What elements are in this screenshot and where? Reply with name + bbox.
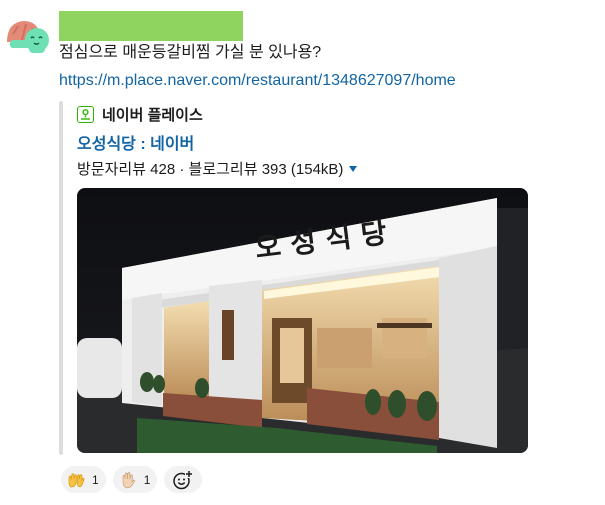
- unfurl-header: 네이버 플레이스: [77, 104, 203, 124]
- raised-hand-icon: [122, 471, 135, 488]
- unfurl-description-row: 방문자리뷰 428 · 블로그리뷰 393 (154kB): [77, 158, 358, 179]
- unfurl-title-link[interactable]: 오성식당 : 네이버: [77, 130, 194, 154]
- add-emoji-icon: [173, 469, 194, 489]
- unfurl-site-name: 네이버 플레이스: [102, 106, 203, 124]
- add-reaction-button[interactable]: [164, 466, 203, 493]
- reaction-raised-hands[interactable]: 1: [61, 466, 106, 493]
- user-avatar[interactable]: [4, 16, 50, 56]
- reaction-count: 1: [92, 472, 99, 487]
- reaction-count: 1: [143, 472, 151, 487]
- raised-hands-icon: [68, 472, 85, 487]
- naver-place-icon: [77, 105, 94, 123]
- unfurl-description: 방문자리뷰 428 · 블로그리뷰 393 (154kB): [77, 161, 344, 178]
- unfurl-accent-bar: [59, 101, 63, 455]
- reaction-bar: 1 1: [61, 466, 203, 493]
- reaction-raised-hand[interactable]: 1: [112, 466, 158, 493]
- collapse-caret-icon[interactable]: [349, 166, 358, 172]
- unfurl-preview-image[interactable]: 오 성 식 당: [77, 188, 528, 453]
- sender-name-redacted: [59, 11, 243, 41]
- restaurant-photo: 오 성 식 당: [77, 188, 528, 453]
- message-text: 점심으로 매운등갈비찜 가실 분 있나용?: [59, 44, 322, 61]
- message-link[interactable]: https://m.place.naver.com/restaurant/134…: [59, 71, 456, 91]
